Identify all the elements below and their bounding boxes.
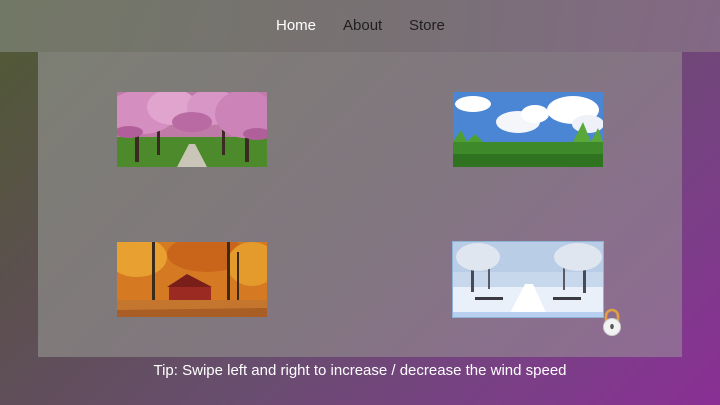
autumn-image [117,242,267,317]
scene-thumbnail-winter[interactable] [452,241,604,318]
scene-thumbnail-spring[interactable] [117,92,267,167]
top-navigation-bar: Home About Store [0,0,720,52]
spring-image [117,92,267,167]
tip-text: Tip: Swipe left and right to increase / … [153,362,567,379]
lock-icon [601,308,623,336]
nav-item-store[interactable]: Store [409,17,445,34]
winter-image [453,242,603,317]
scene-thumbnail-autumn[interactable] [117,242,267,317]
nav-item-home[interactable]: Home [276,17,316,34]
nav-menu: Home About Store [0,17,720,37]
nav-item-about[interactable]: About [343,17,382,34]
summer-image [453,92,603,167]
scene-thumbnail-summer[interactable] [453,92,603,167]
